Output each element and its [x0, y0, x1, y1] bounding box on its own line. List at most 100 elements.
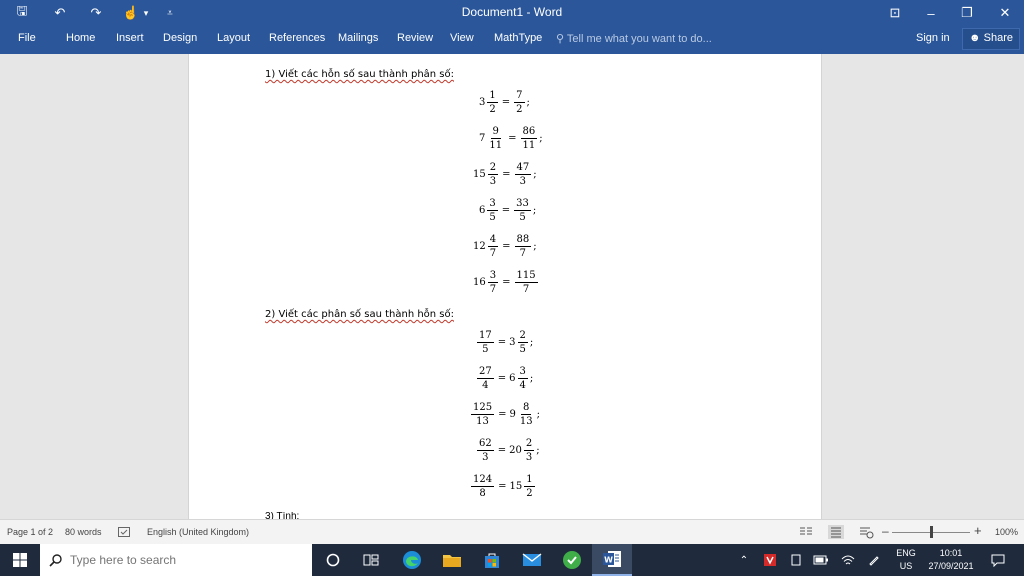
input-language[interactable]: ENG US	[892, 547, 920, 573]
file-explorer-icon[interactable]	[432, 544, 472, 576]
print-layout-icon[interactable]	[828, 525, 844, 539]
mixed-whole-part: 3	[479, 97, 486, 108]
mixed-to-fraction-equation: 7 9 11 = 86 11;	[479, 126, 543, 151]
tab-mathtype[interactable]: MathType	[494, 32, 542, 44]
cortana-icon[interactable]	[313, 544, 353, 576]
device-tray-icon[interactable]	[788, 544, 804, 576]
fraction-to-mixed-equation: 62 3 = 20 2 3;	[476, 438, 540, 463]
share-label: Share	[983, 32, 1013, 44]
zoom-in-button[interactable]: +	[974, 523, 982, 538]
mixed-numerator: 4	[487, 234, 499, 247]
share-button[interactable]: ☻ Share	[962, 28, 1020, 50]
status-bar: Page 1 of 2 80 words English (United Kin…	[0, 519, 1024, 544]
fraction-to-mixed-equation: 27 4 = 6 3 4;	[476, 366, 533, 391]
improper-denominator: 5	[482, 344, 489, 355]
ribbon-display-options-icon[interactable]: ⊡	[876, 0, 914, 26]
tab-layout[interactable]: Layout	[217, 32, 250, 44]
result-numerator: 2	[523, 438, 535, 451]
equals-sign: =	[497, 445, 507, 456]
proofing-icon[interactable]	[118, 527, 132, 539]
semicolon: ;	[529, 337, 534, 348]
task-view-icon[interactable]	[351, 544, 391, 576]
restore-button[interactable]: ❐	[948, 0, 986, 26]
equals-sign: =	[502, 277, 511, 288]
mixed-to-fraction-equation: 12 4 7 = 88 7;	[473, 234, 537, 259]
result-numerator: 88	[514, 234, 532, 247]
mixed-denominator: 11	[489, 140, 503, 151]
result-numerator: 2	[517, 330, 528, 343]
mixed-denominator: 5	[489, 212, 496, 223]
tab-mailings[interactable]: Mailings	[338, 32, 378, 44]
read-mode-icon[interactable]	[798, 525, 814, 539]
result-fraction: 33 5	[514, 198, 531, 223]
result-denominator: 3	[525, 452, 533, 463]
pen-tray-icon[interactable]	[866, 544, 882, 576]
mixed-to-fraction-equation: 6 3 5 = 33 5;	[479, 198, 536, 223]
zoom-slider-thumb[interactable]	[930, 526, 933, 538]
zoom-level[interactable]: 100%	[995, 527, 1018, 537]
web-layout-icon[interactable]	[858, 525, 874, 539]
result-whole-part: 9	[509, 409, 516, 420]
mixed-denominator: 2	[489, 104, 496, 115]
improper-numerator: 27	[477, 366, 494, 379]
tab-file[interactable]: File	[18, 32, 36, 44]
close-button[interactable]: ✕	[986, 0, 1024, 26]
result-denominator: 7	[519, 248, 527, 259]
improper-denominator: 8	[479, 488, 486, 499]
microsoft-store-icon[interactable]	[472, 544, 512, 576]
zoom-out-button[interactable]: –	[882, 524, 889, 538]
tell-me-box[interactable]: ⚲ Tell me what you want to do...	[556, 32, 712, 45]
mixed-to-fraction-equation: 15 2 3 = 47 3;	[473, 162, 537, 187]
mail-icon[interactable]	[512, 544, 552, 576]
improper-fraction: 124 8	[471, 474, 495, 499]
page-count[interactable]: Page 1 of 2	[7, 527, 53, 537]
improper-denominator: 13	[476, 416, 489, 427]
sign-in-link[interactable]: Sign in	[916, 32, 950, 44]
minimize-button[interactable]: –	[912, 0, 950, 26]
tab-review[interactable]: Review	[397, 32, 433, 44]
battery-icon[interactable]	[812, 544, 830, 576]
result-denominator: 5	[519, 212, 526, 223]
input-language-line1: ENG	[896, 548, 916, 558]
improper-numerator: 17	[477, 330, 494, 343]
show-hidden-icons-chevron-icon[interactable]: ⌃	[736, 544, 752, 576]
edge-browser-icon[interactable]	[392, 544, 432, 576]
antivirus-tray-icon[interactable]	[762, 544, 778, 576]
semicolon: ;	[526, 97, 530, 108]
notifications-icon[interactable]	[988, 544, 1008, 576]
result-numerator: 115	[514, 270, 538, 283]
mixed-fraction: 12	[487, 90, 498, 115]
taskbar-search-box[interactable]	[40, 544, 312, 576]
system-clock[interactable]: 10:01 27/09/2021	[920, 547, 982, 573]
clock-time: 10:01	[939, 548, 963, 558]
mixed-to-fraction-equation: 16 3 7 = 115 7	[473, 270, 539, 295]
document-canvas[interactable]: 1) Viết các hỗn số sau thành phân số: 2)…	[0, 54, 1024, 519]
tab-references[interactable]: References	[269, 32, 325, 44]
tab-view[interactable]: View	[450, 32, 474, 44]
search-input[interactable]	[70, 553, 300, 567]
tab-design[interactable]: Design	[163, 32, 197, 44]
svg-text:W: W	[604, 556, 613, 565]
tab-home[interactable]: Home	[66, 32, 95, 44]
title-bar: 🖫 ↶ ↷ ☝ ▾ ⩡ Document1 - Word ⊡ – ❐ ✕	[0, 0, 1024, 26]
mixed-whole-part: 16	[473, 277, 486, 288]
search-icon	[40, 553, 70, 567]
equals-sign: =	[497, 337, 507, 348]
word-taskbar-icon[interactable]: W	[592, 544, 632, 576]
tab-insert[interactable]: Insert	[116, 32, 144, 44]
wifi-icon[interactable]	[840, 544, 856, 576]
mixed-to-fraction-equation: 3 1 2 = 7 2;	[479, 90, 530, 115]
result-fraction: 72	[514, 90, 525, 115]
equals-sign: =	[498, 409, 507, 420]
word-count[interactable]: 80 words	[65, 527, 102, 537]
equals-sign: =	[498, 481, 507, 492]
mixed-fraction: 9 11	[487, 126, 504, 151]
improper-numerator: 125	[471, 402, 495, 415]
app-icon-green[interactable]	[552, 544, 592, 576]
document-page[interactable]: 1) Viết các hỗn số sau thành phân số: 2)…	[188, 54, 822, 519]
result-whole-part: 3	[509, 337, 516, 348]
language-indicator[interactable]: English (United Kingdom)	[147, 527, 249, 537]
windows-start-icon[interactable]	[0, 544, 40, 576]
tell-me-text: Tell me what you want to do...	[566, 33, 712, 45]
result-denominator: 5	[519, 344, 526, 355]
